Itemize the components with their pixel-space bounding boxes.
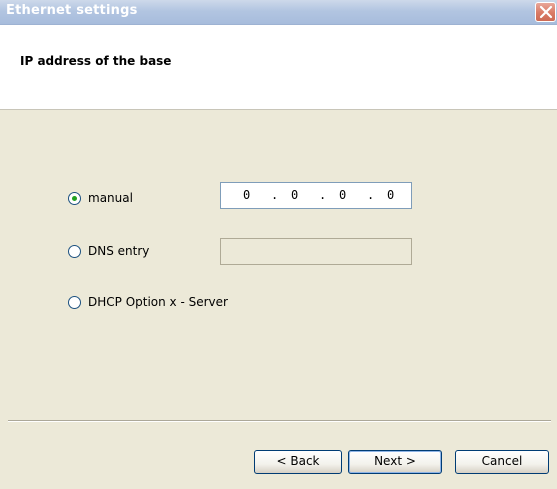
- dns-entry-radio[interactable]: [68, 245, 81, 258]
- ip-separator: .: [319, 188, 327, 202]
- page-title: IP address of the base: [20, 54, 172, 68]
- header-panel: IP address of the base: [0, 25, 557, 110]
- ip-octet-3[interactable]: 0: [339, 188, 346, 202]
- back-button[interactable]: < Back: [254, 450, 342, 474]
- cancel-button[interactable]: Cancel: [455, 450, 549, 474]
- radio-selected-dot: [72, 196, 77, 201]
- dns-entry-label[interactable]: DNS entry: [88, 244, 149, 258]
- body-panel: [0, 110, 557, 489]
- next-button[interactable]: Next >: [348, 450, 442, 474]
- manual-label[interactable]: manual: [88, 191, 133, 205]
- dhcp-option-radio[interactable]: [68, 296, 81, 309]
- ip-separator: .: [271, 188, 279, 202]
- close-button[interactable]: [535, 2, 556, 22]
- window-title: Ethernet settings: [6, 3, 138, 18]
- ip-address-input[interactable]: 0 . 0 . 0 . 0: [220, 182, 412, 209]
- dns-entry-input: [220, 238, 412, 265]
- dhcp-option-label[interactable]: DHCP Option x - Server: [88, 295, 228, 309]
- button-separator: [8, 420, 551, 422]
- ip-octet-1[interactable]: 0: [243, 188, 250, 202]
- manual-radio[interactable]: [68, 192, 81, 205]
- title-bar: Ethernet settings: [0, 0, 557, 25]
- close-icon: [539, 5, 553, 19]
- ip-separator: .: [367, 188, 375, 202]
- ip-octet-4[interactable]: 0: [387, 188, 394, 202]
- ip-octet-2[interactable]: 0: [291, 188, 298, 202]
